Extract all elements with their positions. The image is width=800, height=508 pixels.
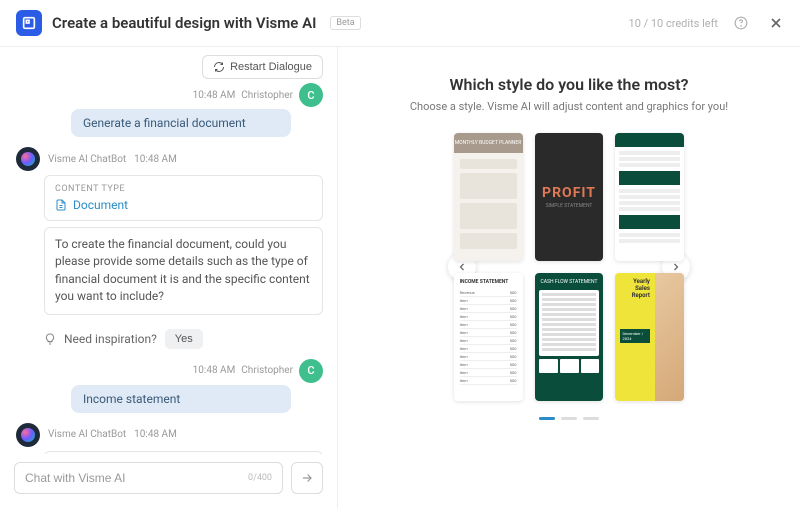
chat-panel: Restart Dialogue 10:48 AM Christopher C … — [0, 47, 338, 508]
yes-button[interactable]: Yes — [165, 329, 203, 349]
send-button[interactable] — [291, 462, 323, 494]
message-meta: 10:48 AM Christopher C — [14, 359, 323, 383]
restart-label: Restart Dialogue — [230, 61, 312, 73]
message-meta: Visme AI ChatBot 10:48 AM — [16, 147, 323, 171]
chevron-right-icon — [670, 261, 682, 273]
user-message: Income statement — [71, 385, 291, 413]
page-title: Create a beautiful design with Visme AI — [52, 14, 316, 32]
bot-avatar — [16, 423, 40, 447]
inspiration-row: Need inspiration? Yes — [44, 329, 323, 349]
carousel-dots — [539, 417, 599, 420]
bot-avatar — [16, 147, 40, 171]
refresh-icon — [213, 61, 225, 73]
user-avatar: C — [299, 359, 323, 383]
message-sender: Visme AI ChatBot — [48, 429, 126, 440]
template-option-4[interactable]: INCOME STATEMENT Revenue000Item000Item00… — [454, 273, 523, 401]
message-meta: Visme AI ChatBot 10:48 AM — [16, 423, 323, 447]
app-logo — [16, 10, 42, 36]
template-caption: MONTHLY BUDGET PLANNER — [454, 133, 523, 153]
restart-dialogue-button[interactable]: Restart Dialogue — [202, 55, 323, 79]
bot-message: CONTENT TYPE Document To create the fina… — [44, 175, 323, 315]
message-meta: 10:48 AM Christopher C — [14, 83, 323, 107]
style-subheading: Choose a style. Visme AI will adjust con… — [410, 100, 728, 113]
close-icon[interactable] — [768, 15, 784, 31]
beta-badge: Beta — [330, 16, 360, 30]
template-carousel: MONTHLY BUDGET PLANNER PROFIT SIMPLE STA… — [454, 133, 685, 401]
carousel-dot[interactable] — [583, 417, 599, 420]
chat-scroll[interactable]: 10:48 AM Christopher C Generate a financ… — [0, 83, 337, 454]
message-sender: Christopher — [241, 365, 293, 376]
carousel-dot[interactable] — [561, 417, 577, 420]
message-time: 10:48 AM — [193, 90, 236, 101]
content-type-label: CONTENT TYPE — [55, 184, 312, 194]
template-subcaption: SIMPLE STATEMENT — [546, 203, 593, 209]
message-time: 10:48 AM — [134, 429, 177, 440]
chat-input-box[interactable]: 0/400 — [14, 462, 283, 494]
content-type-box: CONTENT TYPE Document — [44, 175, 323, 221]
message-time: 10:48 AM — [193, 365, 236, 376]
message-sender: Visme AI ChatBot — [48, 154, 126, 165]
template-option-6[interactable]: Yearly Sales ReportDecember / 2024 — [615, 273, 684, 401]
chevron-left-icon — [456, 261, 468, 273]
template-option-3[interactable] — [615, 133, 684, 261]
input-area: 0/400 — [0, 454, 337, 508]
content-type-text: Document — [73, 198, 128, 212]
message-time: 10:48 AM — [134, 154, 177, 165]
carousel-dot[interactable] — [539, 417, 555, 420]
style-heading: Which style do you like the most? — [449, 75, 688, 94]
content-type-value: Document — [55, 198, 312, 212]
document-icon — [55, 199, 67, 211]
user-message: Generate a financial document — [71, 109, 291, 137]
credits-label: 10 / 10 credits left — [629, 17, 718, 30]
style-panel: Which style do you like the most? Choose… — [338, 47, 800, 508]
message-sender: Christopher — [241, 90, 293, 101]
bot-message-text: To create the financial document, could … — [44, 227, 323, 315]
template-caption: Yearly Sales Report — [620, 278, 649, 299]
inspiration-label: Need inspiration? — [64, 332, 157, 346]
template-option-5[interactable]: CASH FLOW STATEMENT — [535, 273, 604, 401]
template-option-2[interactable]: PROFIT SIMPLE STATEMENT — [535, 133, 604, 261]
lightbulb-icon — [44, 333, 56, 345]
help-icon[interactable] — [734, 16, 748, 30]
chat-input[interactable] — [25, 471, 248, 485]
template-option-1[interactable]: MONTHLY BUDGET PLANNER — [454, 133, 523, 261]
header: Create a beautiful design with Visme AI … — [0, 0, 800, 47]
template-caption: PROFIT — [542, 185, 596, 201]
send-icon — [300, 471, 314, 485]
user-avatar: C — [299, 83, 323, 107]
char-count: 0/400 — [248, 473, 272, 483]
